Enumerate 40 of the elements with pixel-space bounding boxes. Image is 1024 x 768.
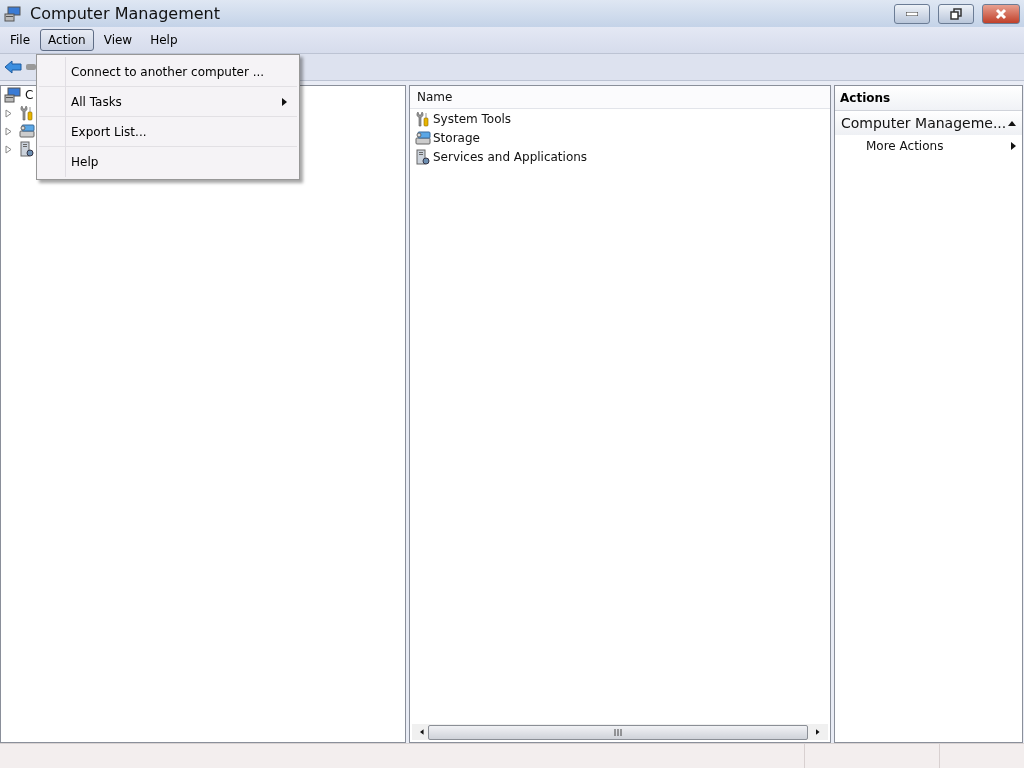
expand-icon[interactable] [5, 108, 12, 118]
expand-icon[interactable] [5, 144, 12, 154]
collapse-caret-icon[interactable] [1008, 120, 1016, 126]
list-item[interactable]: Services and Applications [433, 149, 588, 164]
window-title: Computer Management [30, 4, 221, 23]
restore-button[interactable] [938, 3, 974, 24]
menu-item[interactable]: Help [142, 29, 186, 51]
tree-item[interactable]: C [25, 88, 34, 102]
menu-entry[interactable]: Help [39, 147, 297, 177]
close-button[interactable] [982, 3, 1020, 24]
computer-icon [4, 87, 22, 103]
menu-item[interactable]: File [2, 29, 39, 51]
scroll-left-icon [420, 728, 424, 736]
expand-icon[interactable] [5, 126, 12, 136]
back-arrow-icon[interactable] [4, 60, 22, 74]
column-header[interactable]: Name [417, 90, 453, 104]
minimize-button[interactable] [894, 3, 930, 24]
scroll-right-icon [816, 728, 820, 736]
disk-drive-icon [19, 123, 35, 139]
action-link[interactable]: More Actions [866, 139, 944, 153]
server-gear-icon [415, 148, 431, 165]
list-item[interactable]: Storage [433, 130, 480, 145]
wrench-screwdriver-icon [415, 110, 431, 127]
grip-icon [614, 728, 622, 736]
close-icon [995, 7, 1007, 20]
wrench-screwdriver-icon [19, 105, 35, 121]
restore-icon [950, 7, 962, 20]
menu-item[interactable]: Action [40, 29, 94, 51]
horizontal-scrollbar[interactable] [412, 724, 828, 740]
minimize-icon [906, 11, 918, 16]
menu-entry[interactable]: Connect to another computer ... [39, 57, 297, 87]
menu-entry[interactable]: Export List... [39, 117, 297, 147]
submenu-arrow-icon [1011, 142, 1016, 150]
menu-entry[interactable]: All Tasks [39, 87, 297, 117]
computer-icon [4, 5, 22, 22]
server-gear-icon [19, 141, 35, 157]
list-item[interactable]: System Tools [433, 111, 512, 126]
submenu-arrow-icon [282, 97, 287, 106]
menu-item[interactable]: View [95, 29, 141, 51]
disk-drive-icon [415, 129, 431, 146]
